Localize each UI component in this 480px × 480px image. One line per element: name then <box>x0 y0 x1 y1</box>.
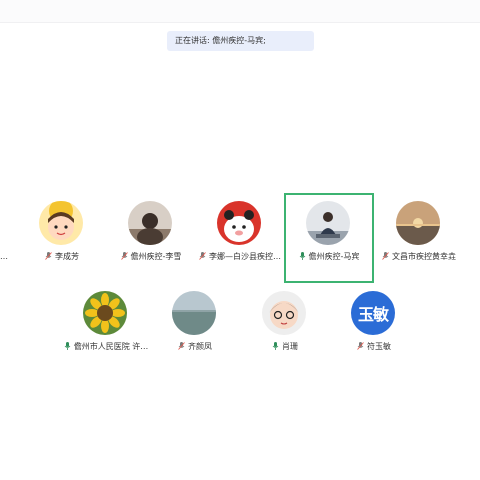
person-photo-avatar <box>306 201 350 245</box>
red-cartoon-avatar <box>217 201 261 245</box>
text-avatar: 玉敏 <box>351 291 395 335</box>
photo-avatar <box>128 201 172 245</box>
participant-name: 李成芳 <box>17 251 107 262</box>
participant-tile[interactable]: 文昌市疾控黄幸垚 <box>374 193 464 283</box>
participant-name: 齐颜凤 <box>150 341 240 352</box>
mic-muted-icon <box>199 252 206 260</box>
participant-tile-active-speaker[interactable]: 儋州疾控-马宾 <box>284 193 374 283</box>
mic-muted-icon <box>357 342 364 350</box>
mic-muted-icon <box>120 252 128 260</box>
participant-tile[interactable]: 玉敏 符玉敏 <box>329 283 419 373</box>
participant-tile[interactable]: 齐颜凤 <box>150 283 240 373</box>
participant-tile[interactable]: 肖珊 <box>240 283 330 373</box>
mic-muted-icon <box>178 342 185 350</box>
cartoon-girl-avatar <box>39 201 83 245</box>
offscreen-participant-label: … <box>0 252 8 261</box>
participant-name: 肖珊 <box>240 341 330 352</box>
mic-muted-icon <box>382 252 389 260</box>
mic-active-icon <box>272 342 279 350</box>
participant-tile[interactable]: 李成芳 <box>17 193 107 283</box>
participant-name: 符玉敏 <box>329 341 419 352</box>
sea-photo-avatar <box>172 291 216 335</box>
participant-tile[interactable]: 李娜—白沙县疾控… <box>195 193 285 283</box>
sunset-photo-avatar <box>396 201 440 245</box>
participant-name: 儋州疾控-马宾 <box>286 251 372 262</box>
participant-name: 儋州疾控-李雪 <box>106 251 196 262</box>
participant-tile[interactable]: 儋州市人民医院 许… <box>61 283 151 373</box>
participant-tile[interactable]: 儋州疾控-李雪 <box>106 193 196 283</box>
mic-active-icon <box>64 342 71 350</box>
window-top-bar <box>0 0 480 23</box>
cartoon-avatar <box>262 291 306 335</box>
participant-name: 李娜—白沙县疾控… <box>195 251 285 262</box>
mic-muted-icon <box>45 252 52 260</box>
sunflower-avatar <box>83 291 127 335</box>
participant-name: 儋州市人民医院 许… <box>61 341 151 352</box>
now-speaking-banner: 正在讲话: 儋州疾控-马宾; <box>167 31 314 51</box>
mic-active-icon <box>299 252 305 260</box>
participant-name: 文昌市疾控黄幸垚 <box>374 251 464 262</box>
